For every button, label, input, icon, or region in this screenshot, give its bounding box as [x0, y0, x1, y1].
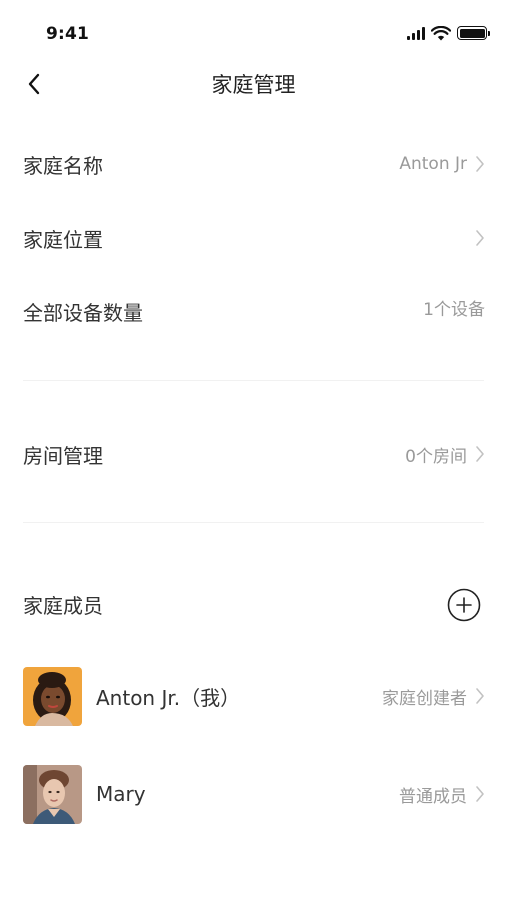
- add-member-button[interactable]: [447, 588, 481, 622]
- divider: [23, 380, 484, 381]
- home-location-label: 家庭位置: [23, 227, 103, 252]
- back-button[interactable]: [16, 66, 52, 102]
- wifi-icon: [431, 25, 451, 40]
- battery-icon: [457, 26, 490, 40]
- chevron-right-icon: [475, 785, 485, 803]
- nav-bar: 家庭管理: [0, 56, 507, 112]
- plus-circle-icon: [447, 588, 481, 622]
- chevron-left-icon: [28, 73, 40, 95]
- member-row[interactable]: Anton Jr.（我） 家庭创建者: [0, 665, 507, 727]
- chevron-right-icon: [475, 687, 485, 705]
- status-bar: 9:41: [0, 0, 507, 60]
- room-count-value: 0个房间: [405, 446, 467, 467]
- device-count-label: 全部设备数量: [23, 300, 143, 325]
- member-name: Mary: [96, 782, 146, 806]
- members-header: 家庭成员: [0, 576, 507, 632]
- member-row[interactable]: Mary 普通成员: [0, 763, 507, 825]
- members-section-title: 家庭成员: [23, 593, 103, 618]
- member-role: 普通成员: [399, 786, 467, 807]
- member-role: 家庭创建者: [382, 688, 467, 709]
- home-name-row[interactable]: 家庭名称 Anton Jr: [0, 136, 507, 192]
- status-time: 9:41: [46, 24, 90, 44]
- avatar: [23, 666, 82, 726]
- chevron-right-icon: [475, 445, 485, 463]
- home-name-value: Anton Jr: [399, 154, 467, 174]
- cellular-signal-icon: [407, 26, 425, 40]
- page-title: 家庭管理: [211, 73, 296, 97]
- status-icons: [407, 24, 490, 42]
- chevron-right-icon: [475, 229, 485, 247]
- device-count-value: 1个设备: [423, 299, 485, 320]
- divider: [23, 522, 484, 523]
- avatar: [23, 764, 82, 824]
- home-location-row[interactable]: 家庭位置: [0, 210, 507, 266]
- home-name-label: 家庭名称: [23, 153, 103, 178]
- chevron-right-icon: [475, 155, 485, 173]
- room-management-label: 房间管理: [23, 443, 103, 468]
- room-management-row[interactable]: 房间管理 0个房间: [0, 426, 507, 482]
- device-count-row: 全部设备数量 1个设备: [0, 283, 507, 339]
- member-name: Anton Jr.（我）: [96, 685, 241, 710]
